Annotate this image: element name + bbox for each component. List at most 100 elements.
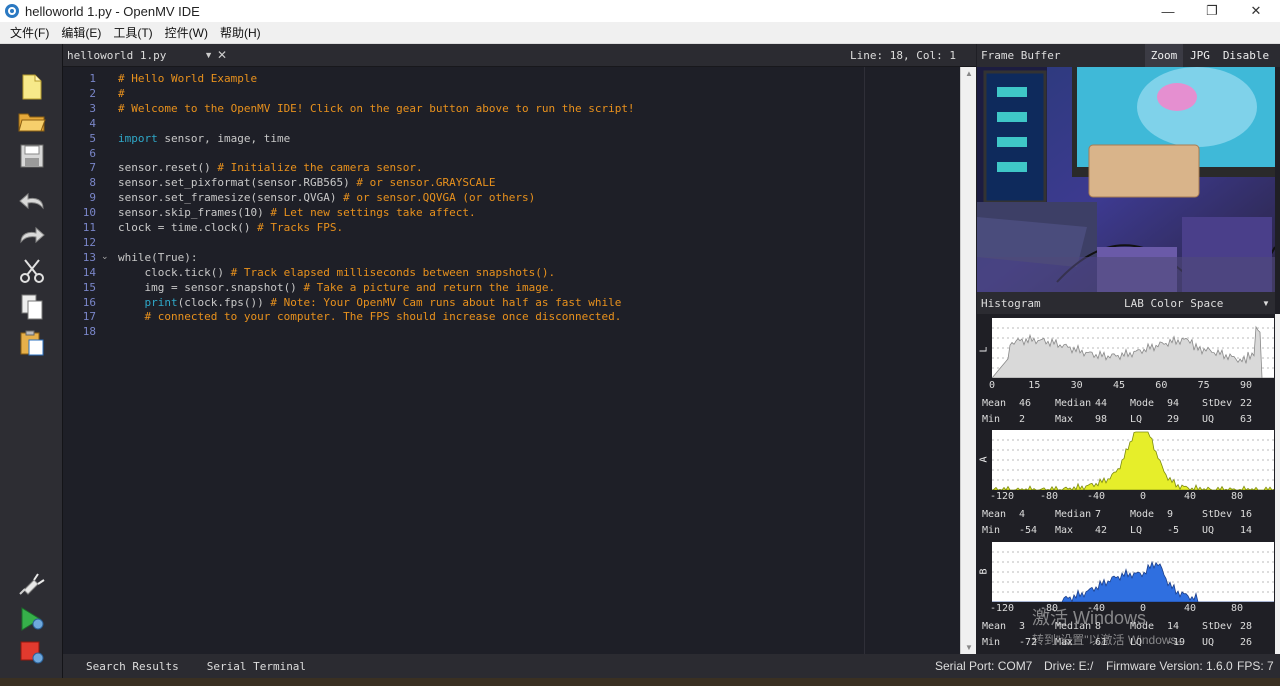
cut-icon[interactable] bbox=[17, 256, 47, 286]
hist-stat-min-label: Min bbox=[982, 414, 1001, 425]
firmware-status: Firmware Version: 1.6.0 bbox=[1106, 659, 1233, 673]
hist-stat-median-label: Median bbox=[1055, 398, 1092, 409]
openmv-logo-icon bbox=[5, 4, 19, 18]
code-line[interactable]: # connected to your computer. The FPS sh… bbox=[118, 309, 622, 324]
hist-stat-mode: 14 bbox=[1167, 621, 1180, 632]
hist-stat-mean-label: Mean bbox=[982, 398, 1007, 409]
cursor-position: Line: 18, Col: 1 bbox=[850, 49, 956, 62]
hist-stat-uq-label: UQ bbox=[1202, 414, 1215, 425]
code-editor[interactable]: 1 2 3 4 5 6 7 8 9 10 11 12 13 14 15 16 17 18 # Hello Worl… bbox=[63, 67, 976, 654]
hist-axis-l: L bbox=[978, 346, 990, 353]
hist-stat-mode-label: Mode bbox=[1130, 398, 1155, 409]
hist-stat-lq: -5 bbox=[1167, 525, 1180, 536]
fps-status: FPS: 7 bbox=[1237, 659, 1274, 673]
redo-icon[interactable] bbox=[17, 220, 47, 250]
line-number: 2 bbox=[89, 86, 96, 100]
line-number: 10 bbox=[82, 206, 96, 220]
serial-terminal-tab[interactable]: Serial Terminal bbox=[207, 660, 306, 673]
code-line[interactable]: # bbox=[118, 86, 125, 101]
close-tab-icon[interactable]: ✕ bbox=[217, 48, 227, 62]
menu-file[interactable]: 文件(F) bbox=[4, 24, 55, 41]
frame-buffer-image bbox=[977, 67, 1275, 292]
histogram-l bbox=[991, 318, 1274, 379]
hist-stat-min: -54 bbox=[1019, 525, 1038, 536]
jpg-button[interactable]: JPG bbox=[1185, 44, 1215, 67]
menu-widgets[interactable]: 控件(W) bbox=[159, 24, 214, 41]
copy-icon[interactable] bbox=[17, 292, 47, 322]
hist-stat-mean: 4 bbox=[1019, 509, 1026, 520]
hist-tick-label: 0 bbox=[1139, 491, 1147, 502]
code-line[interactable]: sensor.set_framesize(sensor.QVGA) # or s… bbox=[118, 190, 535, 205]
search-results-tab[interactable]: Search Results bbox=[86, 660, 179, 673]
menu-tools[interactable]: 工具(T) bbox=[107, 24, 158, 41]
new-file-icon[interactable] bbox=[17, 72, 47, 102]
minimize-button[interactable]: — bbox=[1146, 0, 1190, 22]
window-title: helloworld 1.py - OpenMV IDE bbox=[25, 3, 200, 19]
code-line[interactable]: clock.tick() # Track elapsed millisecond… bbox=[118, 265, 555, 280]
code-line[interactable]: # Welcome to the OpenMV IDE! Click on th… bbox=[118, 101, 635, 116]
code-line[interactable]: import sensor, image, time bbox=[118, 131, 290, 146]
hist-axis-a: A bbox=[978, 456, 990, 463]
hist-stat-median: 44 bbox=[1095, 398, 1108, 409]
hist-tick-label: 0 bbox=[1139, 603, 1147, 614]
connect-icon[interactable] bbox=[17, 568, 47, 598]
hist-stat-stdev-label: StDev bbox=[1202, 621, 1233, 632]
hist-stat-stdev: 16 bbox=[1240, 509, 1253, 520]
code-line[interactable]: sensor.reset() # Initialize the camera s… bbox=[118, 160, 423, 175]
chevron-down-icon[interactable]: ▼ bbox=[1262, 299, 1270, 308]
hist-stat-uq: 14 bbox=[1240, 525, 1253, 536]
editor-tab-bar: helloworld 1.py ▼ ✕ Line: 18, Col: 1 bbox=[63, 44, 976, 67]
save-icon[interactable] bbox=[17, 141, 47, 171]
editor-scrollbar[interactable]: ▲ ▼ bbox=[960, 67, 976, 654]
hist-tick-label: -120 bbox=[989, 491, 1015, 502]
restore-button[interactable]: ❐ bbox=[1190, 0, 1234, 22]
hist-stat-min-label: Min bbox=[982, 637, 1001, 648]
fold-arrow-icon[interactable]: ⌄ bbox=[101, 251, 109, 262]
paste-icon[interactable] bbox=[17, 328, 47, 358]
hist-tick-label: 60 bbox=[1155, 380, 1168, 391]
hist-b-ticks: -120 -80 -40 0 40 80 bbox=[990, 603, 1274, 615]
hist-stat-uq: 26 bbox=[1240, 637, 1253, 648]
disable-button[interactable]: Disable bbox=[1221, 44, 1271, 67]
line-number: 7 bbox=[89, 161, 96, 175]
open-folder-icon[interactable] bbox=[17, 106, 47, 136]
menu-edit[interactable]: 编辑(E) bbox=[55, 24, 107, 41]
code-line[interactable]: sensor.skip_frames(10) # Let new setting… bbox=[118, 205, 476, 220]
chevron-down-icon[interactable]: ▼ bbox=[204, 50, 213, 60]
hist-stat-mode-label: Mode bbox=[1130, 509, 1155, 520]
line-number: 6 bbox=[89, 146, 96, 160]
serial-port-status: Serial Port: COM7 bbox=[935, 659, 1033, 673]
zoom-button[interactable]: Zoom bbox=[1145, 44, 1183, 67]
code-line[interactable]: clock = time.clock() # Tracks FPS. bbox=[118, 220, 343, 235]
line-number: 12 bbox=[82, 235, 96, 249]
histogram-scrollbar[interactable] bbox=[1275, 314, 1280, 654]
undo-icon[interactable] bbox=[17, 186, 47, 216]
color-space-select[interactable]: LAB Color Space bbox=[1124, 297, 1223, 310]
hist-tick-label: 15 bbox=[1028, 380, 1041, 391]
line-number: 4 bbox=[89, 116, 96, 130]
code-line[interactable]: # Hello World Example bbox=[118, 71, 257, 86]
status-bar: Search Results Serial Terminal Serial Po… bbox=[63, 654, 1280, 678]
histogram-label: Histogram bbox=[981, 296, 1041, 310]
file-tab[interactable]: helloworld 1.py ▼ bbox=[63, 49, 213, 62]
hist-stat-min: 2 bbox=[1019, 414, 1026, 425]
run-icon[interactable] bbox=[17, 604, 47, 634]
hist-stat-uq-label: UQ bbox=[1202, 525, 1215, 536]
close-button[interactable]: ✕ bbox=[1234, 0, 1278, 22]
hist-stat-max: 42 bbox=[1095, 525, 1108, 536]
code-line[interactable]: sensor.set_pixformat(sensor.RGB565) # or… bbox=[118, 175, 496, 190]
line-number: 15 bbox=[82, 280, 96, 294]
hist-stat-min-label: Min bbox=[982, 525, 1001, 536]
code-line[interactable]: img = sensor.snapshot() # Take a picture… bbox=[118, 280, 555, 295]
stop-icon[interactable] bbox=[17, 638, 47, 668]
hist-stat-mode: 94 bbox=[1167, 398, 1180, 409]
hist-stat-lq: 29 bbox=[1167, 414, 1180, 425]
code-line[interactable]: print(clock.fps()) # Note: Your OpenMV C… bbox=[118, 295, 622, 310]
hist-a-ticks: -120 -80 -40 0 40 80 bbox=[989, 491, 1274, 503]
hist-stat-stdev: 28 bbox=[1240, 621, 1253, 632]
code-line[interactable]: while(True): bbox=[118, 250, 197, 265]
hist-stat-mean: 46 bbox=[1019, 398, 1032, 409]
histogram-b bbox=[992, 542, 1274, 603]
hist-stat-max: 61 bbox=[1095, 637, 1108, 648]
menu-help[interactable]: 帮助(H) bbox=[214, 24, 267, 41]
